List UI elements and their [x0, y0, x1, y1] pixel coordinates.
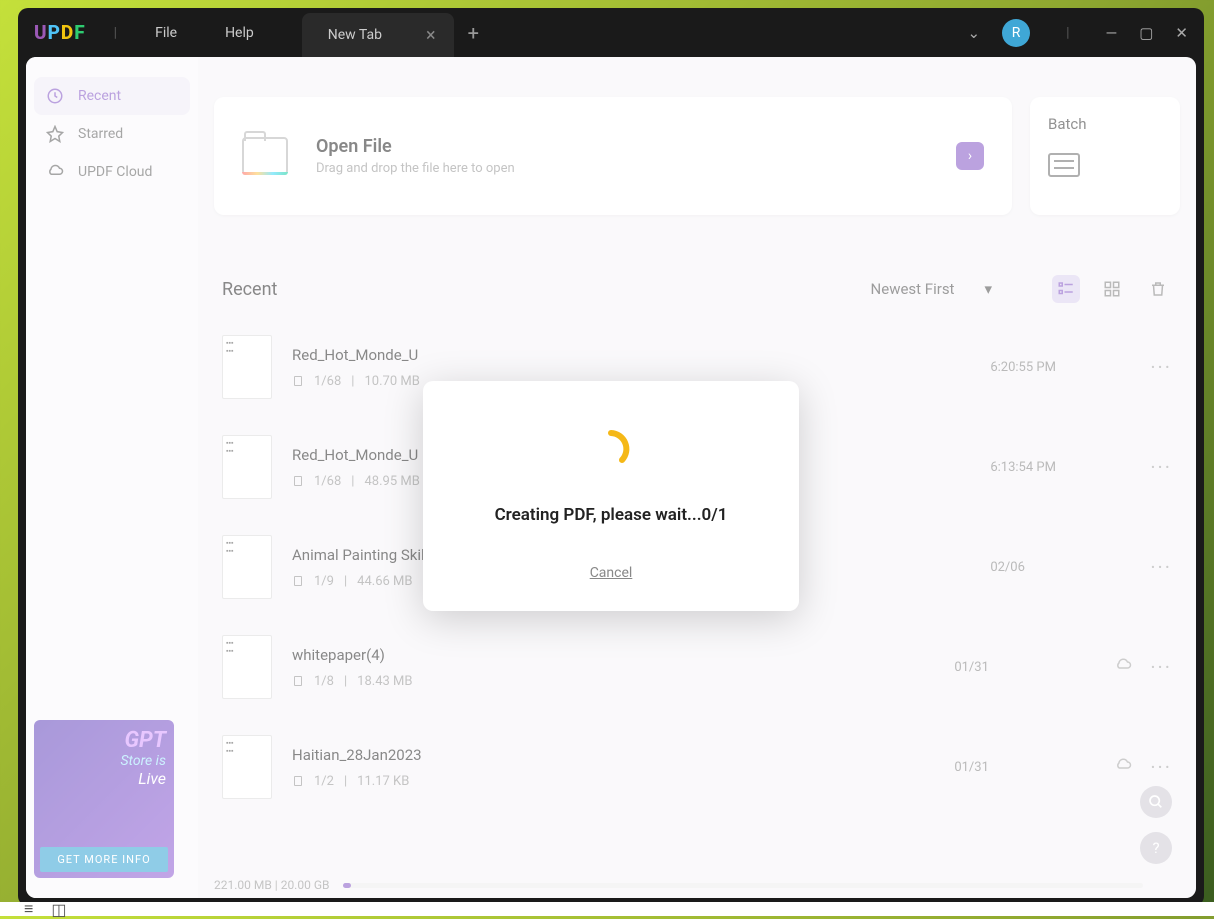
workspace: Recent Starred UPDF Cloud GPT Store is L…: [26, 57, 1196, 898]
modal-overlay: Creating PDF, please wait...0/1 Cancel: [26, 57, 1196, 898]
menu-file[interactable]: File: [155, 25, 177, 41]
avatar[interactable]: R: [1002, 19, 1030, 47]
spinner-icon: [591, 429, 631, 469]
new-tab-button[interactable]: +: [468, 21, 479, 45]
bottom-strip: ≡ ◫: [0, 902, 1214, 916]
tab-new[interactable]: New Tab ×: [302, 13, 454, 57]
close-window-icon[interactable]: ✕: [1175, 24, 1188, 42]
title-bar: UPDF | File Help New Tab × + ⌄ R | — ▢ ✕: [18, 8, 1204, 57]
menu-help[interactable]: Help: [225, 25, 254, 41]
app-logo: UPDF: [34, 21, 86, 44]
chevron-down-icon[interactable]: ⌄: [968, 24, 981, 42]
hamburger-icon[interactable]: ≡: [24, 899, 33, 919]
separator: |: [1066, 25, 1069, 41]
cancel-button[interactable]: Cancel: [590, 565, 633, 581]
minimize-icon[interactable]: —: [1106, 24, 1118, 42]
maximize-icon[interactable]: ▢: [1139, 24, 1153, 42]
creating-pdf-modal: Creating PDF, please wait...0/1 Cancel: [423, 381, 799, 611]
tab-label: New Tab: [328, 27, 382, 43]
close-icon[interactable]: ×: [426, 25, 436, 46]
app-window: UPDF | File Help New Tab × + ⌄ R | — ▢ ✕…: [18, 8, 1204, 906]
modal-message: Creating PDF, please wait...0/1: [453, 505, 769, 525]
separator: |: [114, 25, 117, 41]
